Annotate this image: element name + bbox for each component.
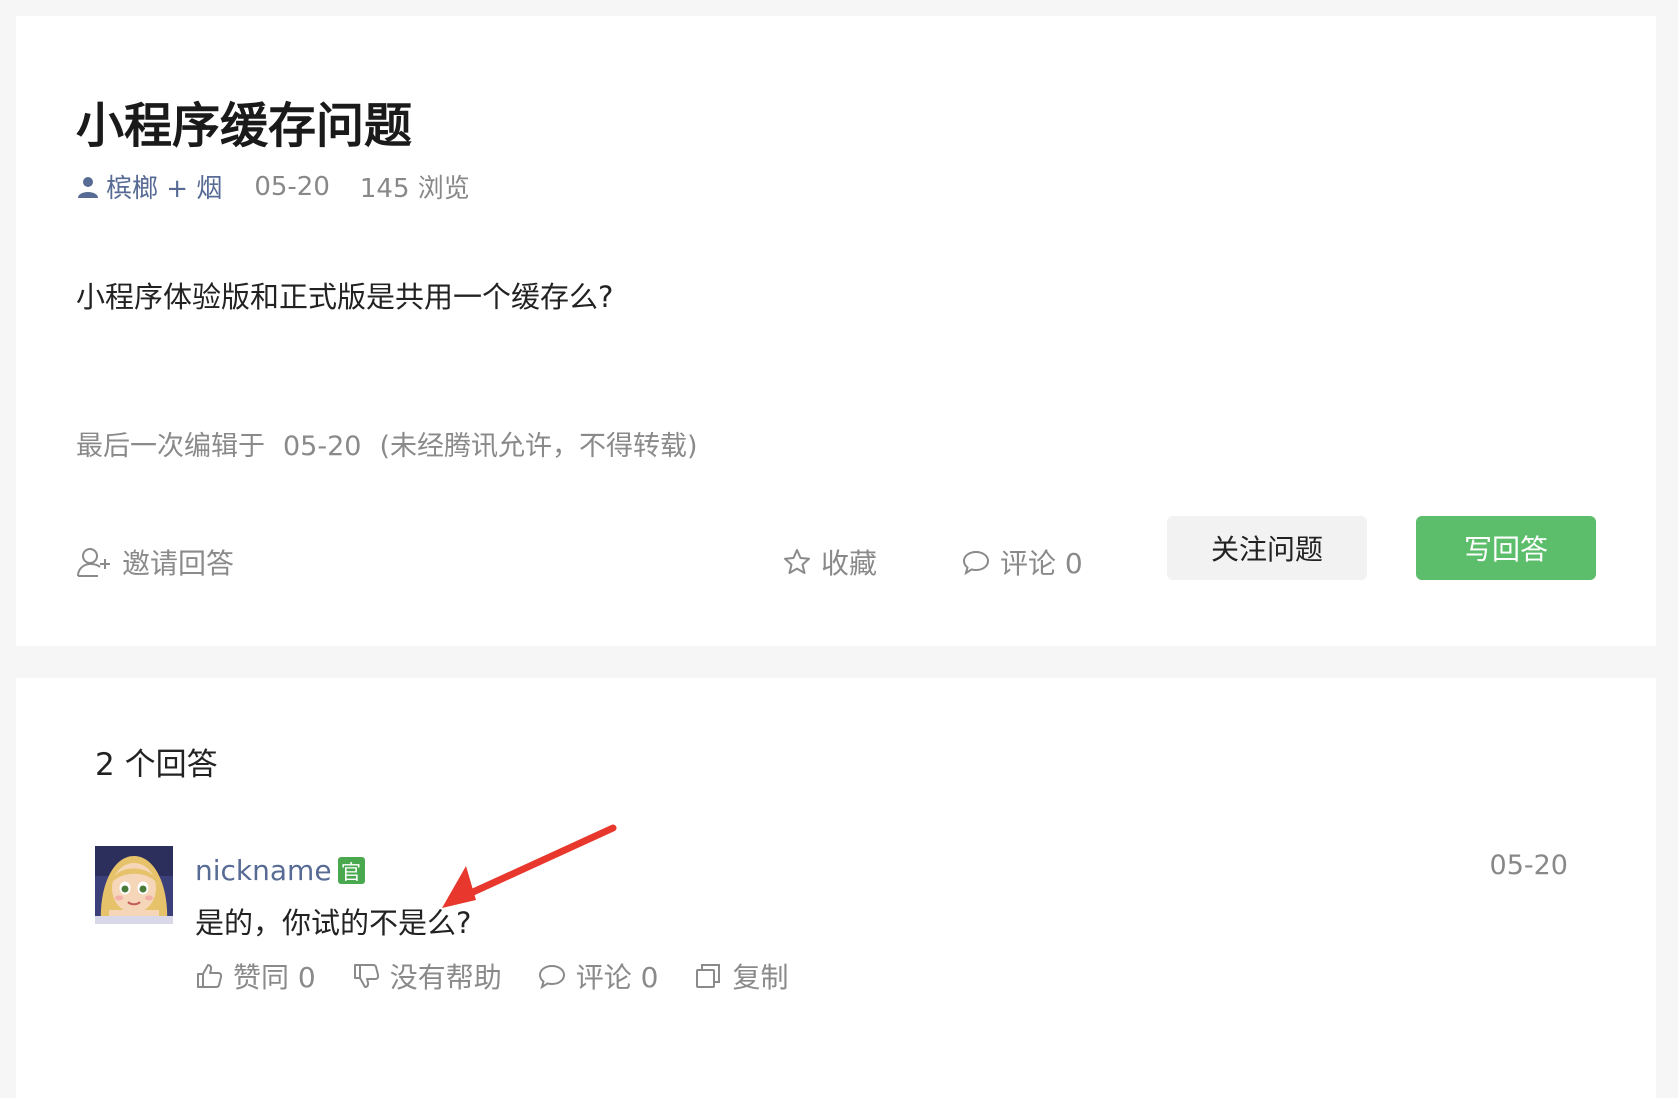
avatar[interactable] — [95, 846, 173, 924]
avatar-image — [95, 846, 173, 924]
unhelpful-button[interactable]: 没有帮助 — [352, 956, 502, 996]
question-title: 小程序缓存问题 — [76, 98, 413, 154]
star-icon — [784, 549, 810, 574]
answer-comment-button[interactable]: 评论 0 — [538, 956, 659, 996]
annotation-arrow — [442, 824, 617, 908]
user-icon — [78, 176, 98, 198]
collect-button[interactable]: 收藏 — [783, 542, 877, 582]
answers-card: 2 个回答 nickname 官 05-20 是的，你试的不是么? 赞同 0 没… — [16, 678, 1656, 1098]
edit-note: 最后一次编辑于 05-20 (未经腾讯允许，不得转载) — [76, 424, 698, 463]
question-card: 小程序缓存问题 槟榔 + 烟 05-20 145 浏览 小程序体验版和正式版是共… — [16, 16, 1656, 646]
copy-icon — [696, 964, 721, 988]
question-views: 145 浏览 — [359, 174, 470, 204]
unhelpful-label: 没有帮助 — [389, 961, 502, 994]
official-badge: 官 — [337, 857, 365, 884]
answer-comment-label: 评论 0 — [575, 961, 659, 994]
edit-note-label: 最后一次编辑于 — [76, 431, 265, 462]
agree-label: 赞同 0 — [233, 961, 316, 994]
comment-bubble-icon — [962, 550, 990, 576]
thumbs-down-icon — [353, 964, 379, 988]
invite-user-icon — [77, 548, 110, 577]
thumbs-up-icon — [197, 964, 223, 988]
question-body: 小程序体验版和正式版是共用一个缓存么? — [76, 280, 614, 314]
answer-author-name[interactable]: nickname — [195, 854, 332, 887]
question-meta: 槟榔 + 烟 05-20 145 浏览 — [76, 168, 470, 205]
follow-question-button[interactable]: 关注问题 — [1167, 516, 1367, 580]
invite-answer-label: 邀请回答 — [122, 547, 235, 580]
invite-answer-button[interactable]: 邀请回答 — [76, 542, 234, 582]
answer-count: 2 个回答 — [95, 747, 218, 783]
question-date: 05-20 — [254, 171, 330, 202]
collect-label: 收藏 — [821, 547, 878, 580]
copy-button[interactable]: 复制 — [694, 956, 788, 996]
question-comment-label: 评论 0 — [1000, 547, 1083, 580]
copy-label: 复制 — [732, 961, 789, 994]
question-comment-button[interactable]: 评论 0 — [962, 542, 1083, 582]
write-answer-button[interactable]: 写回答 — [1416, 516, 1596, 580]
author-name: 槟榔 + 烟 — [106, 174, 223, 204]
comment-bubble-icon — [538, 964, 565, 990]
edit-note-date: 05-20 — [283, 431, 362, 462]
author-link[interactable]: 槟榔 + 烟 — [76, 168, 222, 205]
agree-button[interactable]: 赞同 0 — [195, 956, 316, 996]
edit-note-rights: (未经腾讯允许，不得转载) — [379, 431, 698, 462]
answer-date: 05-20 — [1489, 850, 1568, 881]
answer-actions: 赞同 0 没有帮助 评论 0 复制 — [195, 956, 824, 996]
answer-author-row: nickname 官 — [195, 854, 365, 887]
